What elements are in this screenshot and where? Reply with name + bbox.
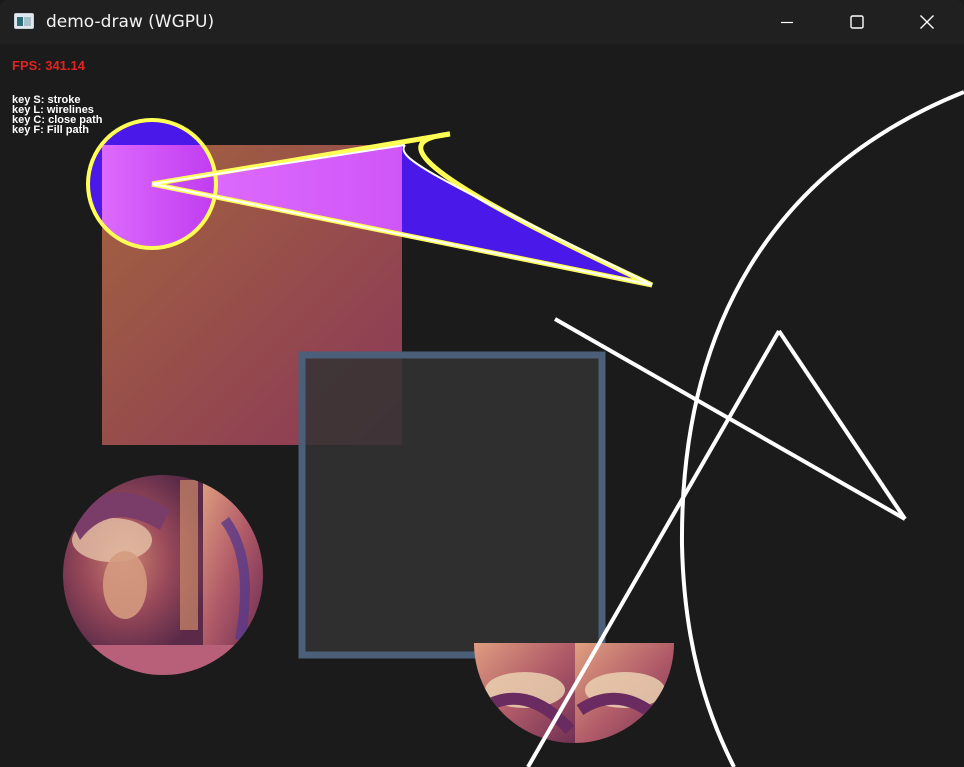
drawing-canvas[interactable] bbox=[0, 0, 964, 767]
key-help: key S: stroke key L: wirelines key C: cl… bbox=[12, 95, 102, 136]
fps-counter: FPS: 341.14 bbox=[12, 58, 85, 73]
bordered-square bbox=[298, 351, 606, 659]
key-help-line: key F: Fill path bbox=[12, 124, 90, 136]
app-window: demo-draw (WGPU) FPS: 341.14 key S: stro… bbox=[0, 0, 964, 767]
image-circle-bottom bbox=[474, 643, 674, 743]
image-circle-left bbox=[63, 475, 263, 675]
